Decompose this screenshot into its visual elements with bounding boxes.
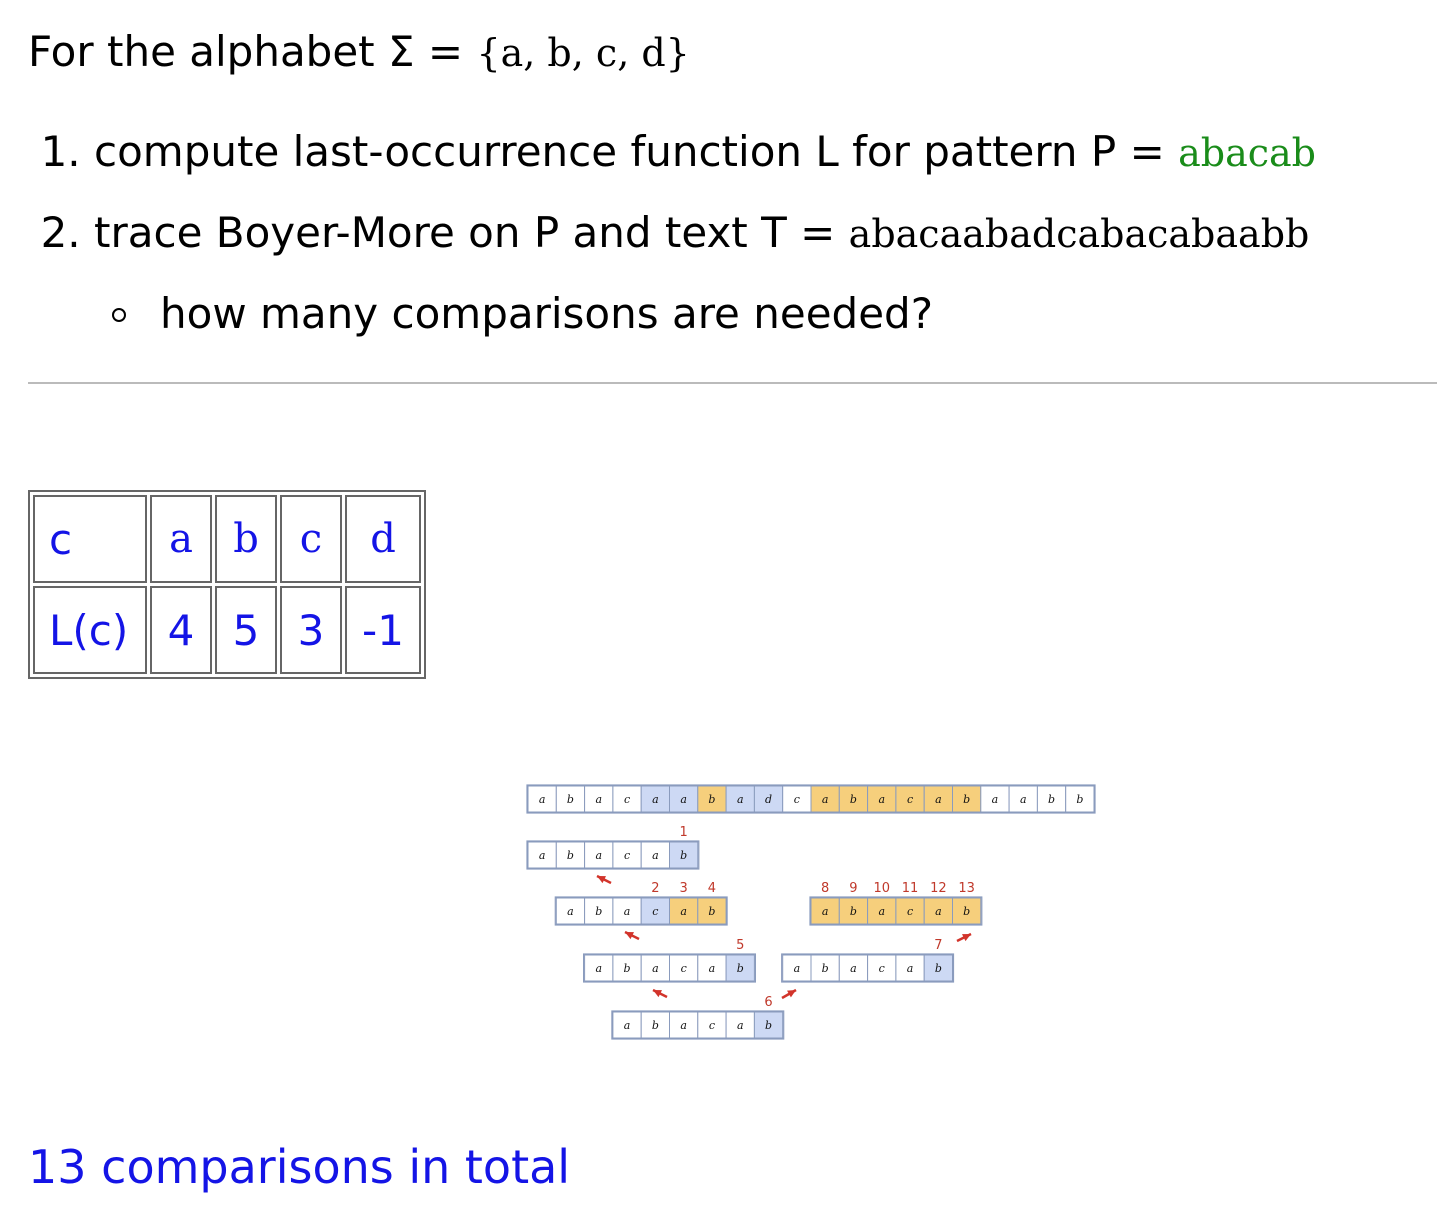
alignment-5-char: b (850, 905, 857, 918)
alignment-5-char: c (907, 905, 913, 918)
text-row-char: c (907, 793, 913, 806)
text-row-char: b (567, 793, 574, 806)
alphabet-set: {a, b, c, d} (476, 31, 690, 75)
task-1-text: compute last-occurrence function L for p… (94, 127, 1179, 176)
alignment-5-char: b (963, 905, 970, 918)
alignment-4-char: b (652, 1019, 659, 1032)
alignment-2-char: a (567, 905, 574, 918)
comparison-count-label: 12 (930, 881, 947, 896)
alignment-6-char: b (935, 962, 942, 975)
alignment-4-char: a (737, 1019, 744, 1032)
subtask-item: how many comparisons are needed? (92, 288, 1316, 340)
text-row-char: a (652, 793, 659, 806)
comparison-count-label: 5 (736, 938, 744, 953)
alignment-2-char: b (708, 905, 715, 918)
alignment-1-char: c (624, 849, 630, 862)
comparison-count-label: 6 (764, 995, 772, 1010)
alignment-4-char: a (680, 1019, 687, 1032)
alignment-2-char: b (595, 905, 602, 918)
text-row-char: b (708, 793, 715, 806)
alignment-3-char: a (595, 962, 602, 975)
alignment-5-char: a (822, 905, 829, 918)
alignment-5-char: a (935, 905, 942, 918)
alignment-1-char: b (680, 849, 687, 862)
comparison-count-label: 11 (902, 881, 919, 896)
text-row-char: a (595, 793, 602, 806)
comparison-count-label: 3 (680, 881, 688, 896)
symbol-cell-d: d (345, 495, 421, 583)
subtask-text: how many comparisons are needed? (160, 289, 933, 338)
value-cell-b: 5 (215, 586, 277, 674)
alignment-5-char: a (878, 905, 885, 918)
subtask-list: how many comparisons are needed? (94, 288, 1316, 340)
boyer-moore-trace-diagram: a b a c a a b a d c a b a c a b a a b b a b a c a b 1 a b a c a b 4 3 2 a b a c… (526, 784, 1096, 1040)
table-header-row: c a b c d (33, 495, 421, 583)
divider (28, 382, 1437, 384)
text-row-char: b (1076, 793, 1083, 806)
alignment-3-char: a (709, 962, 716, 975)
intro-prefix: For the alphabet Σ = (28, 27, 477, 76)
alignment-3-char: c (681, 962, 687, 975)
comparison-count-label: 10 (873, 881, 890, 896)
alignment-6-char: a (850, 962, 857, 975)
text-row-char: a (935, 793, 942, 806)
value-cell-d: -1 (345, 586, 421, 674)
alignment-2-char: a (680, 905, 687, 918)
text-row-char: c (794, 793, 800, 806)
alignment-6-char: c (879, 962, 885, 975)
last-occurrence-table: c a b c d L(c) 4 5 3 -1 (28, 490, 426, 679)
task-list: compute last-occurrence function L for p… (0, 126, 1316, 340)
symbol-cell-b: b (215, 495, 277, 583)
circle-bullet-icon (112, 308, 126, 322)
alignment-6-char: a (907, 962, 914, 975)
alignment-3-char: b (737, 962, 744, 975)
alignment-4-char: c (709, 1019, 715, 1032)
alignment-4-char: a (624, 1019, 631, 1032)
symbol-cell-a: a (150, 495, 212, 583)
text-row-char: c (624, 793, 630, 806)
task-2-text: trace Boyer-More on P and text T = (94, 208, 849, 257)
comparison-count-label: 9 (849, 881, 857, 896)
comparison-count-label: 13 (958, 881, 975, 896)
text-row-char: a (680, 793, 687, 806)
alignment-3-char: b (624, 962, 631, 975)
text-row-char: a (822, 793, 829, 806)
text-value: abacaabadcabacabaabb (848, 212, 1310, 256)
text-row-char: a (539, 793, 546, 806)
value-cell-a: 4 (150, 586, 212, 674)
table-value-row: L(c) 4 5 3 -1 (33, 586, 421, 674)
text-row-char: a (992, 793, 999, 806)
text-row-char: a (1020, 793, 1027, 806)
comparison-count-label: 2 (651, 881, 659, 896)
header-label-cell: c (33, 495, 147, 583)
comparison-count-label: 4 (708, 881, 716, 896)
alignment-1-char: a (539, 849, 546, 862)
alignment-1-char: a (595, 849, 602, 862)
comparison-count-label: 8 (821, 881, 829, 896)
pattern-value: abacab (1178, 131, 1317, 175)
text-row-char: a (878, 793, 885, 806)
intro-line: For the alphabet Σ = {a, b, c, d} (28, 26, 690, 79)
text-row-char: b (1048, 793, 1055, 806)
alignment-6-char: b (822, 962, 829, 975)
task-item-trace: trace Boyer-More on P and text T = abaca… (94, 207, 1316, 340)
text-row-char: b (850, 793, 857, 806)
alignment-1-char: b (567, 849, 574, 862)
row-label-cell: L(c) (33, 586, 147, 674)
text-row-char: b (963, 793, 970, 806)
text-row-char: d (765, 793, 772, 806)
value-cell-c: 3 (280, 586, 342, 674)
alignment-3-char: a (652, 962, 659, 975)
result-text: 13 comparisons in total (28, 1140, 571, 1194)
text-row-char: a (737, 793, 744, 806)
alignment-4-char: b (765, 1019, 772, 1032)
alignment-2-char: a (624, 905, 631, 918)
alignment-6-char: a (794, 962, 801, 975)
alignment-2-char: c (652, 905, 658, 918)
alignment-1-char: a (652, 849, 659, 862)
comparison-count-label: 1 (680, 825, 688, 840)
task-item-last-occurrence: compute last-occurrence function L for p… (94, 126, 1316, 179)
symbol-cell-c: c (280, 495, 342, 583)
comparison-count-label: 7 (934, 938, 942, 953)
